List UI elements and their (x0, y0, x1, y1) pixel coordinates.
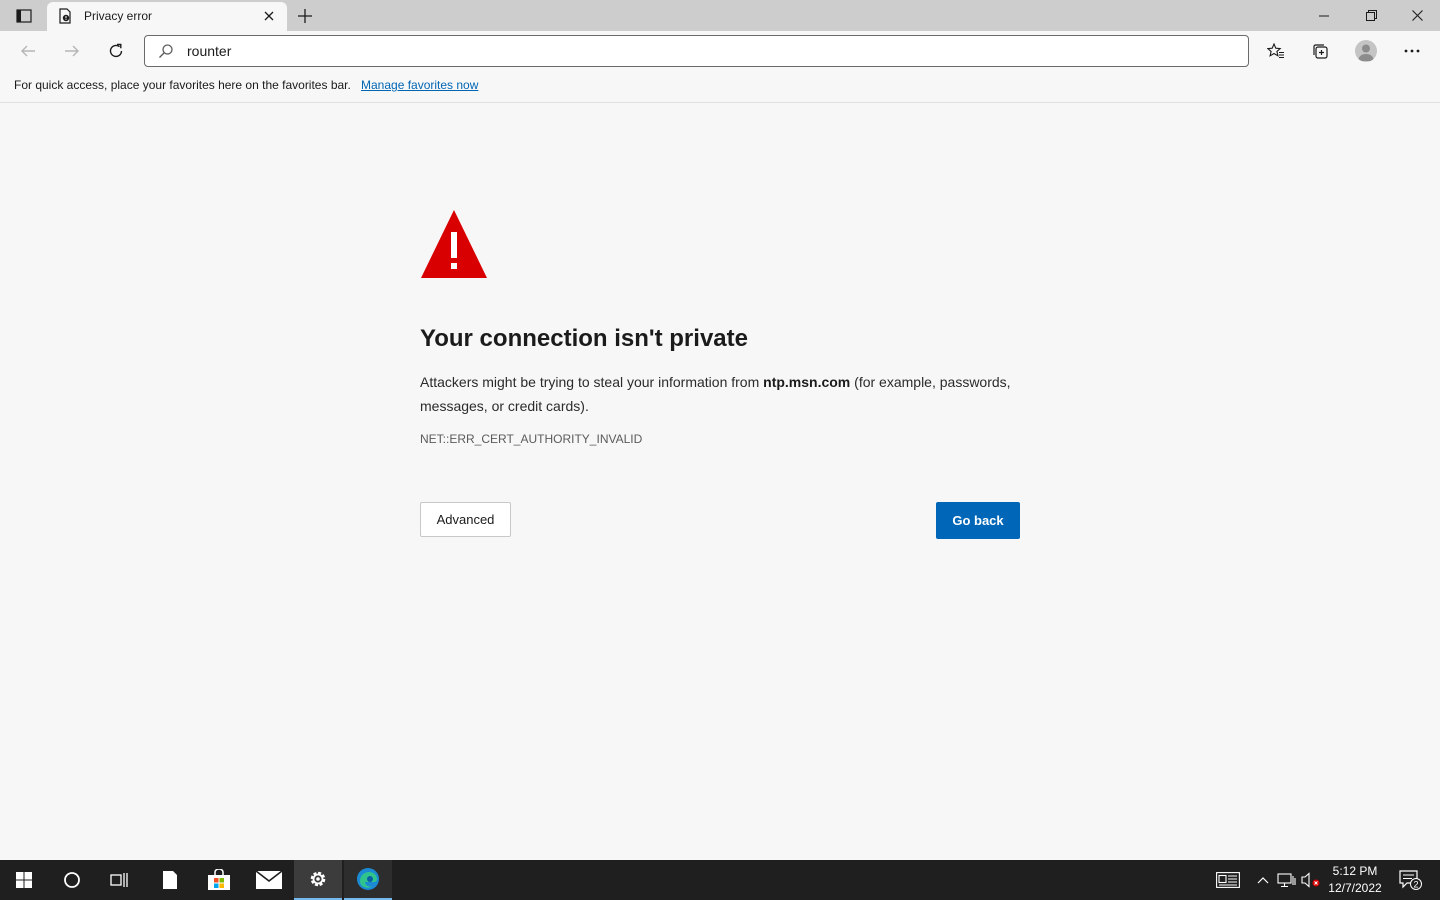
favorites-icon[interactable] (1261, 36, 1291, 66)
clock-time: 5:12 PM (1332, 864, 1378, 878)
advanced-button[interactable]: Advanced (420, 502, 511, 537)
error-host: ntp.msn.com (763, 374, 851, 390)
go-back-button[interactable]: Go back (936, 502, 1020, 539)
address-input[interactable] (187, 41, 1227, 61)
address-bar[interactable] (144, 35, 1249, 67)
chevron-up-icon[interactable] (1252, 870, 1274, 890)
edge-icon[interactable] (344, 860, 392, 900)
tab-privacy-error[interactable]: Privacy error (47, 2, 287, 31)
forward-icon[interactable] (57, 36, 87, 66)
clock-date: 12/7/2022 (1328, 881, 1382, 895)
warning-triangle-icon (419, 208, 489, 278)
page-title: Your connection isn't private (420, 325, 748, 352)
mail-icon[interactable] (245, 860, 293, 900)
collections-icon[interactable] (1305, 36, 1335, 66)
search-icon (158, 43, 174, 59)
toolbar (0, 31, 1440, 71)
more-icon[interactable] (1397, 36, 1427, 66)
refresh-icon[interactable] (101, 36, 131, 66)
back-icon[interactable] (13, 36, 43, 66)
file-icon[interactable] (146, 860, 194, 900)
start-icon[interactable] (0, 860, 48, 900)
error-page: Your connection isn't private Attackers … (0, 104, 1440, 860)
tab-actions-icon[interactable] (12, 6, 36, 26)
error-description-start: Attackers might be trying to steal your … (420, 374, 764, 390)
system-clock[interactable]: 5:12 PM 12/7/2022 (1325, 863, 1385, 897)
error-description: Attackers might be trying to steal your … (420, 370, 1020, 418)
search-circle-icon[interactable] (48, 860, 96, 900)
notifications-icon[interactable]: 2 (1398, 870, 1424, 890)
close-icon[interactable] (261, 8, 277, 24)
taskbar: 5:12 PM 12/7/2022 2 (0, 860, 1440, 900)
new-tab-button[interactable] (294, 5, 316, 27)
volume-muted-icon[interactable] (1300, 870, 1322, 890)
error-code: NET::ERR_CERT_AUTHORITY_INVALID (420, 432, 643, 446)
network-icon[interactable] (1276, 870, 1298, 890)
news-icon[interactable] (1215, 870, 1241, 890)
favorites-bar: For quick access, place your favorites h… (0, 71, 1440, 103)
manage-favorites-link[interactable]: Manage favorites now (361, 78, 478, 92)
close-window-button[interactable] (1394, 0, 1440, 31)
restore-button[interactable] (1348, 0, 1394, 31)
settings-icon[interactable] (294, 860, 342, 900)
page-warning-icon (57, 8, 73, 24)
favorites-bar-message: For quick access, place your favorites h… (14, 78, 351, 92)
profile-icon[interactable] (1355, 40, 1377, 62)
notification-count: 2 (1413, 879, 1418, 889)
task-view-icon[interactable] (96, 860, 144, 900)
tab-title: Privacy error (84, 9, 153, 23)
tab-strip: Privacy error (0, 0, 1440, 31)
minimize-button[interactable] (1301, 0, 1347, 31)
store-icon[interactable] (195, 860, 243, 900)
